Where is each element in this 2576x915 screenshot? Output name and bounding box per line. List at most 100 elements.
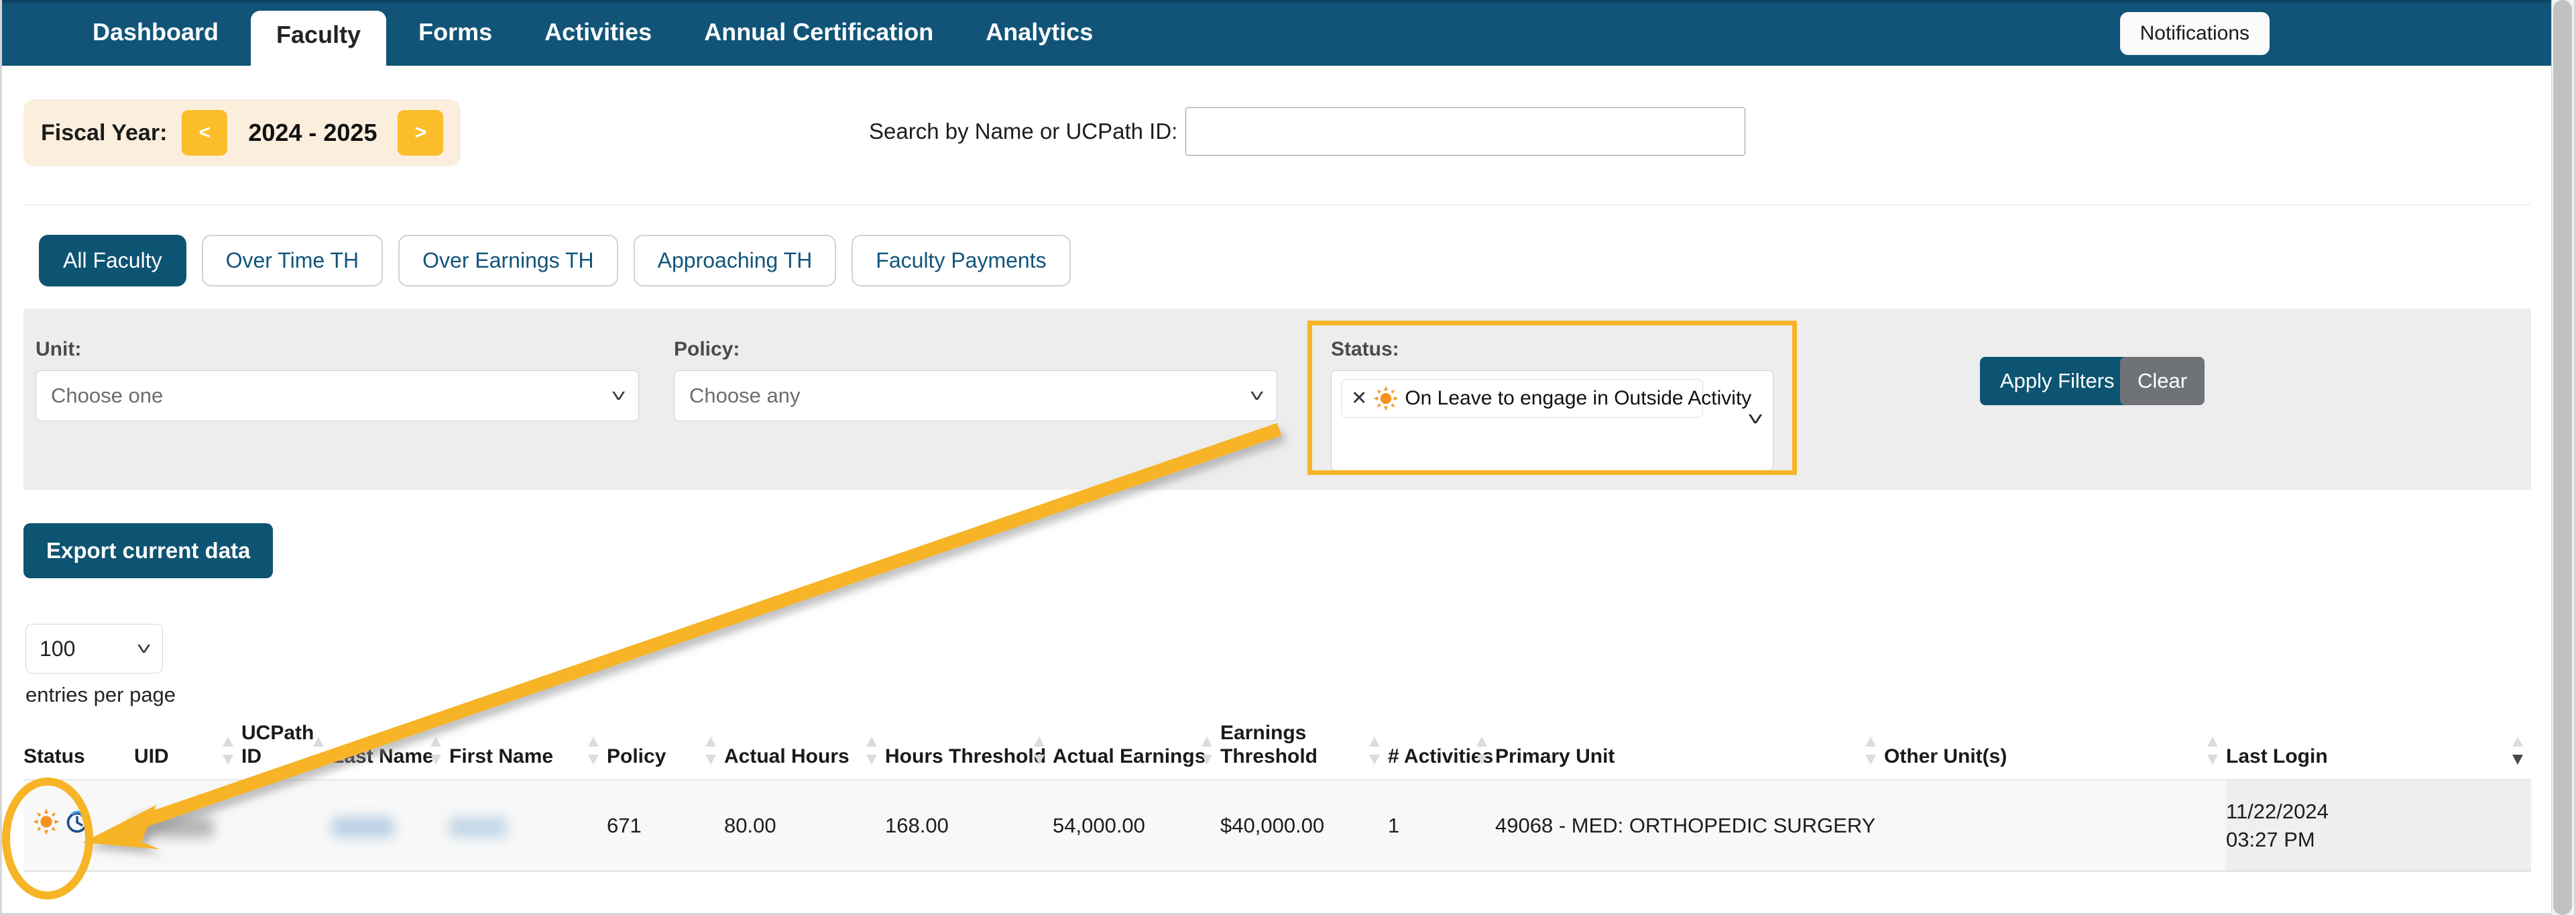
nav-tab-dashboard[interactable]: Dashboard [72,20,239,66]
table-header-row: Status UID UCPath ID Last Name First Nam… [23,721,2531,779]
status-multiselect[interactable]: ✕ On Leave to engage in Outside Activity… [1331,370,1773,471]
column-header-policy[interactable]: Policy [607,721,724,779]
status-filter: Status: ✕ On Leave to engage in Outside … [1331,338,1773,471]
cell-num-activities: 1 [1388,813,1400,837]
column-header-actual-earnings[interactable]: Actual Earnings [1053,721,1220,779]
entries-per-page-value: 100 [40,636,76,661]
clear-filters-button[interactable]: Clear [2120,357,2205,405]
cell-hours-threshold: 168.00 [885,813,949,837]
column-label: Earnings Threshold [1220,722,1318,768]
sort-arrows-icon[interactable] [1034,736,1045,765]
sort-arrows-icon[interactable] [588,736,599,765]
column-label: Policy [607,745,666,768]
faculty-filter-tabs: All Faculty Over Time TH Over Earnings T… [39,235,1071,287]
column-header-ucpath-id[interactable]: UCPath ID [241,721,332,779]
column-header-primary-unit[interactable]: Primary Unit [1495,721,1884,779]
unit-select[interactable]: Choose one ˅ [36,370,639,421]
column-label: Hours Threshold [885,745,1047,768]
column-header-hours-threshold[interactable]: Hours Threshold [885,721,1053,779]
fiscal-year-label: Fiscal Year: [41,119,168,146]
cell-earnings-threshold: $40,000.00 [1220,813,1325,837]
column-label: Last Login [2226,745,2328,768]
sort-arrows-icon[interactable] [2512,736,2523,765]
cell-actual-earnings: 54,000.00 [1053,813,1145,837]
vertical-scrollbar-track[interactable] [2551,0,2574,915]
sort-arrows-icon[interactable] [1369,736,1380,765]
tab-all-faculty[interactable]: All Faculty [39,235,186,287]
export-current-data-button[interactable]: Export current data [23,523,274,578]
search-label: Search by Name or UCPath ID: [869,119,1178,144]
search-input[interactable] [1185,107,1746,156]
sort-arrows-icon[interactable] [2207,736,2218,765]
column-header-status[interactable]: Status [23,721,134,779]
redacted-value [332,816,394,837]
entries-per-page-caption: entries per page [25,683,176,706]
tab-approaching-th[interactable]: Approaching TH [633,235,837,287]
last-login-time: 03:27 PM [2226,827,2315,851]
status-filter-label: Status: [1331,338,1399,360]
nav-tab-faculty[interactable]: Faculty [251,11,387,66]
fiscal-year-next-button[interactable]: > [398,110,444,156]
close-icon[interactable]: ✕ [1351,388,1367,409]
tab-faculty-payments[interactable]: Faculty Payments [852,235,1071,287]
search-area: Search by Name or UCPath ID: [869,107,1746,156]
sun-icon [1373,386,1399,411]
nav-tab-annual-certification[interactable]: Annual Certification [684,20,953,66]
column-header-actual-hours[interactable]: Actual Hours [724,721,885,779]
status-icon-group [23,808,134,843]
nav-tab-analytics[interactable]: Analytics [965,20,1113,66]
sort-arrows-icon[interactable] [1865,736,1876,765]
vertical-scrollbar-thumb[interactable] [2553,0,2572,915]
sort-arrows-icon[interactable] [430,736,441,765]
status-chip[interactable]: ✕ On Leave to engage in Outside Activity [1341,379,1751,418]
sort-arrows-icon[interactable] [223,736,233,765]
column-label: Status [23,745,85,768]
sort-arrows-icon[interactable] [705,736,716,765]
sort-arrows-icon[interactable] [1476,736,1487,765]
chevron-down-icon[interactable]: ˅ [1747,409,1764,430]
redacted-value [449,816,507,837]
policy-select-value: Choose any [689,384,801,407]
table-row[interactable]: 671 80.00 168.00 54,000.00 $40,000.00 1 … [23,779,2531,871]
unit-select-value: Choose one [51,384,164,407]
fiscal-year-value: 2024 - 2025 [248,119,377,146]
nav-tab-forms[interactable]: Forms [398,20,512,66]
chevron-down-icon: ˅ [136,639,152,659]
cell-policy: 671 [607,813,642,837]
main-navigation: Dashboard Faculty Forms Activities Annua… [2,0,2574,66]
cell-status [23,779,134,871]
apply-filters-button[interactable]: Apply Filters [1980,357,2135,405]
policy-filter: Policy: Choose any ˅ [674,338,1277,421]
tab-over-time-th[interactable]: Over Time TH [201,235,384,287]
cell-ucpath-id [241,779,332,871]
column-header-last-login[interactable]: Last Login [2226,721,2531,779]
policy-select[interactable]: Choose any ˅ [674,370,1277,421]
nav-tab-activities[interactable]: Activities [524,20,672,66]
column-label: Last Name [332,745,434,768]
table-body: 671 80.00 168.00 54,000.00 $40,000.00 1 … [23,779,2531,871]
faculty-table: Status UID UCPath ID Last Name First Nam… [23,721,2531,871]
tab-over-earnings-th[interactable]: Over Earnings TH [398,235,618,287]
sort-arrows-icon[interactable] [866,736,877,765]
column-label: UID [134,745,169,768]
cell-actual-hours: 80.00 [724,813,776,837]
entries-per-page-select[interactable]: 100 ˅ [25,624,163,674]
column-header-earnings-threshold[interactable]: Earnings Threshold [1220,721,1388,779]
fiscal-year-selector: Fiscal Year: < 2024 - 2025 > [23,99,461,166]
redacted-value [134,816,213,837]
sort-arrows-icon[interactable] [1202,736,1212,765]
app-page: Dashboard Faculty Forms Activities Annua… [0,0,2576,915]
cell-last-name [332,779,449,871]
column-label: Other Unit(s) [1884,745,2007,768]
sort-arrows-icon[interactable] [313,736,324,765]
column-header-other-units[interactable]: Other Unit(s) [1884,721,2226,779]
column-header-num-activities[interactable]: # Activities [1388,721,1495,779]
chevron-down-icon: ˅ [611,386,626,406]
column-header-first-name[interactable]: First Name [449,721,607,779]
column-header-last-name[interactable]: Last Name [332,721,449,779]
fiscal-year-prev-button[interactable]: < [182,110,228,156]
sun-icon [33,808,60,843]
column-label: Primary Unit [1495,745,1615,768]
notifications-button[interactable]: Notifications [2119,12,2270,55]
column-header-uid[interactable]: UID [134,721,241,779]
